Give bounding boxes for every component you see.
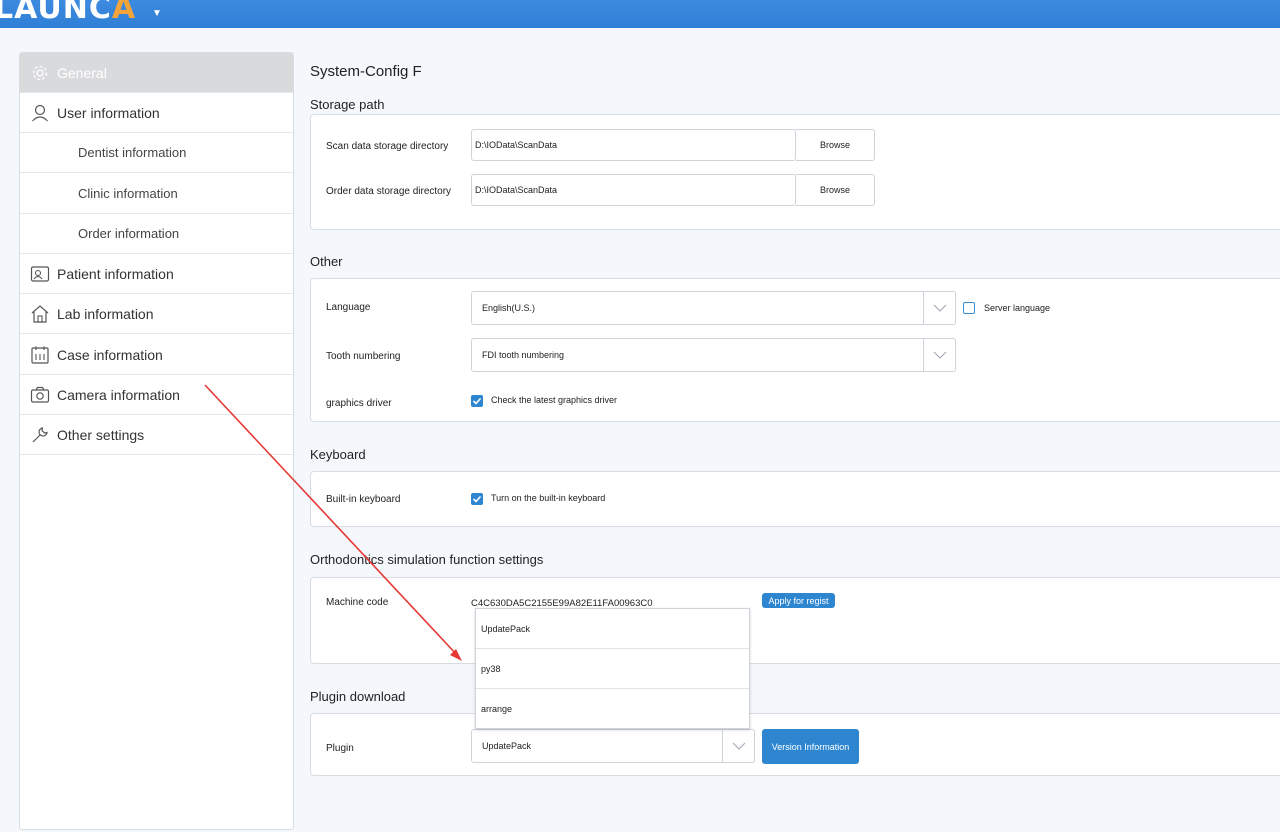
sidebar-item-dentist-information[interactable]: Dentist information: [20, 133, 293, 173]
keyboard-card: [310, 471, 1280, 527]
plugin-label: Plugin: [326, 743, 354, 754]
sidebar-item-label: Patient information: [57, 265, 174, 282]
apply-for-registration-button[interactable]: Apply for regist: [762, 593, 835, 608]
sidebar-item-label: Case information: [57, 346, 163, 363]
plugin-option-updatepack[interactable]: UpdatePack: [476, 609, 749, 649]
sidebar-item-patient-information[interactable]: Patient information: [20, 254, 293, 294]
sidebar-item-lab-information[interactable]: Lab information: [20, 294, 293, 334]
server-language-label: Server language: [984, 303, 1051, 313]
sidebar-item-label: User information: [57, 104, 160, 121]
check-icon: [472, 495, 482, 503]
page-title: System-Config F: [310, 63, 422, 80]
section-title-storage-path: Storage path: [310, 97, 385, 112]
language-select[interactable]: English(U.S.): [471, 291, 956, 325]
sidebar-item-case-information[interactable]: Case information: [20, 335, 293, 375]
scan-directory-browse-button[interactable]: Browse: [796, 129, 875, 161]
camera-icon: [30, 385, 50, 405]
patient-card-icon: [30, 264, 50, 284]
plugin-select-value: UpdatePack: [482, 741, 532, 751]
sidebar-item-other-settings[interactable]: Other settings: [20, 415, 293, 455]
section-title-orthodontics: Orthodontics simulation function setting…: [310, 552, 544, 567]
tooth-numbering-label: Tooth numbering: [326, 351, 401, 362]
scan-directory-label: Scan data storage directory: [326, 141, 449, 152]
sidebar-item-label: Other settings: [57, 426, 145, 443]
sidebar-item-label: Lab information: [57, 305, 154, 322]
tooth-numbering-select[interactable]: FDI tooth numbering: [471, 338, 956, 372]
sidebar-item-label: Clinic information: [78, 186, 178, 201]
tooth-numbering-select-value: FDI tooth numbering: [482, 350, 565, 360]
home-icon: [30, 304, 50, 324]
sidebar-item-camera-information[interactable]: Camera information: [20, 375, 293, 415]
scan-directory-input[interactable]: D:\IOData\ScanData: [471, 129, 796, 161]
builtin-keyboard-label: Built-in keyboard: [326, 494, 401, 505]
top-bar: LAUNCA ▼: [0, 0, 1280, 28]
language-label: Language: [326, 302, 371, 313]
sidebar-item-general[interactable]: General: [20, 53, 293, 93]
chevron-down-icon[interactable]: [923, 339, 955, 371]
gear-icon: [30, 63, 50, 83]
section-title-other: Other: [310, 254, 343, 269]
plugin-option-arrange[interactable]: arrange: [476, 689, 749, 729]
version-information-button[interactable]: Version Information: [762, 729, 859, 764]
sidebar-item-order-information[interactable]: Order information: [20, 214, 293, 254]
calendar-icon: [30, 345, 50, 365]
plugin-dropdown-list: UpdatePack py38 arrange: [475, 608, 750, 729]
sidebar-item-clinic-information[interactable]: Clinic information: [20, 174, 293, 214]
sidebar-item-label: Camera information: [57, 386, 180, 403]
builtin-keyboard-check-label: Turn on the built-in keyboard: [491, 493, 606, 503]
chevron-down-icon[interactable]: [722, 730, 754, 762]
graphics-driver-checkbox[interactable]: [471, 395, 483, 407]
chevron-down-icon[interactable]: [923, 292, 955, 324]
graphics-driver-check-label: Check the latest graphics driver: [491, 395, 618, 405]
logo-dropdown-caret-icon[interactable]: ▼: [152, 8, 162, 19]
server-language-checkbox[interactable]: [963, 302, 975, 314]
plugin-option-py38[interactable]: py38: [476, 649, 749, 689]
check-icon: [472, 397, 482, 405]
order-directory-label: Order data storage directory: [326, 186, 452, 197]
order-directory-input[interactable]: D:\IOData\ScanData: [471, 174, 796, 206]
section-title-plugin-download: Plugin download: [310, 689, 406, 704]
wrench-icon: [30, 425, 50, 445]
builtin-keyboard-checkbox[interactable]: [471, 493, 483, 505]
language-select-value: English(U.S.): [482, 303, 536, 313]
sidebar-item-label: Dentist information: [78, 145, 187, 160]
graphics-driver-label: graphics driver: [326, 398, 392, 409]
orthodontics-card: [310, 577, 1280, 664]
sidebar-item-label: Order information: [78, 226, 180, 241]
sidebar-item-label: General: [57, 64, 107, 81]
machine-code-label: Machine code: [326, 597, 389, 608]
plugin-select[interactable]: UpdatePack: [471, 729, 755, 763]
section-title-keyboard: Keyboard: [310, 447, 366, 462]
user-icon: [30, 103, 50, 123]
sidebar-item-user-information[interactable]: User information: [20, 93, 293, 133]
settings-sidebar: General User information Dentist informa…: [19, 52, 294, 830]
order-directory-browse-button[interactable]: Browse: [796, 174, 875, 206]
app-logo[interactable]: LAUNCA: [0, 0, 136, 26]
